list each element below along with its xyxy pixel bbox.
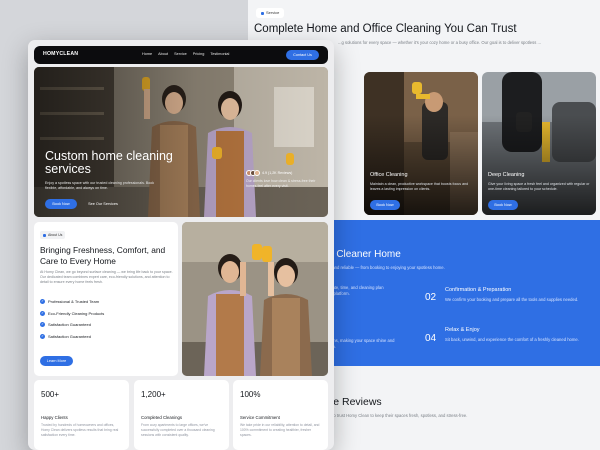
tag-dot-icon [43, 233, 46, 237]
navbar: HOMYCLEAN Home About Service Pricing Tes… [34, 46, 328, 64]
about-photo [182, 222, 328, 376]
step-title: Confirmation & Preparation [445, 287, 512, 293]
list-item: ✓ Satisfaction Guaranteed [40, 333, 91, 339]
service-section-tag: Service [256, 8, 285, 18]
service-card-title: Deep Cleaning [488, 172, 525, 178]
step-description: Sit back, unwind, and experience the com… [445, 337, 579, 342]
service-card-title: Office Cleaning [370, 172, 408, 178]
process-subtitle: , and reliable — from booking to enjoyin… [330, 265, 445, 270]
check-icon: ✓ [40, 333, 45, 339]
list-item: ✓ Professional & Trusted Team [40, 299, 100, 305]
stat-value: 100% [240, 390, 261, 399]
step-number: 02 [425, 292, 437, 303]
services-heading: Complete Home and Office Cleaning You Ca… [254, 23, 517, 35]
learn-more-button[interactable]: Learn More [40, 356, 73, 366]
hero-section: Custom home cleaning services Enjoy a sp… [34, 67, 328, 217]
nav-link-pricing[interactable]: Pricing [193, 52, 205, 56]
process-section: a Cleaner Home , and reliable — from boo… [328, 220, 600, 366]
hero-description: Enjoy a spotless space with our trusted … [45, 181, 155, 190]
service-card-office[interactable]: Office Cleaning Maintain a clean, produc… [364, 72, 478, 215]
see-services-button[interactable]: See Our Services [83, 199, 123, 209]
about-section: About Us Bringing Freshness, Comfort, an… [34, 222, 178, 376]
book-now-button[interactable]: Book Now [488, 200, 518, 210]
stat-card-commitment: 100% Service Commitment We take pride in… [233, 380, 328, 450]
avatar [254, 170, 260, 176]
list-item: ✓ Satisfaction Guaranteed [40, 322, 91, 328]
stat-value: 500+ [41, 390, 60, 399]
nav-link-about[interactable]: About [158, 52, 168, 56]
stat-description: Trusted by hundreds of homeowners and of… [41, 423, 119, 437]
process-heading: a Cleaner Home [328, 249, 401, 260]
check-icon: ✓ [40, 310, 45, 316]
stat-label: Happy Clients [41, 415, 68, 420]
stat-description: From cozy apartments to large offices, w… [141, 423, 215, 437]
logo[interactable]: HOMYCLEAN [43, 51, 78, 57]
rating-text: 4.9 (1,2K Reviews) [262, 171, 293, 175]
stat-card-clients: 500+ Happy Clients Trusted by hundreds o… [34, 380, 129, 450]
step-number: 04 [425, 333, 437, 344]
nav-links: Home About Service Pricing Testimonial [142, 52, 229, 56]
feature-list: ✓ Professional & Trusted Team ✓ Eco-Frie… [40, 296, 104, 342]
step-title: Relax & Enjoy [445, 327, 480, 333]
step-03-text: tims, making your space shine and [330, 338, 395, 343]
stat-label: Completed Cleanings [141, 415, 183, 420]
nav-link-service[interactable]: Service [174, 52, 187, 56]
about-tag: About Us [40, 231, 66, 239]
services-description: ...g solutions for every space — whether… [338, 40, 541, 45]
hero-title: Custom home cleaning services [45, 149, 173, 176]
reviews-heading: ve Reviews [328, 396, 382, 408]
check-icon: ✓ [40, 322, 45, 328]
step-description: We confirm your booking and prepare all … [445, 297, 579, 302]
reviews-subtitle: who trust Homy Clean to keep their space… [328, 413, 468, 418]
book-now-button[interactable]: Book Now [45, 199, 77, 209]
service-card-description: Maintain a clean, productive workspace t… [370, 182, 469, 191]
landing-page: HOMYCLEAN Home About Service Pricing Tes… [28, 40, 334, 450]
about-title: Bringing Freshness, Comfort, and Care to… [40, 245, 166, 266]
list-item: ✓ Eco-Friendly Cleaning Products [40, 310, 105, 316]
reviewer-avatars [246, 170, 260, 176]
stat-value: 1,200+ [141, 390, 166, 399]
service-card-description: Give your living space a fresh feel and … [488, 182, 590, 191]
service-card-deep[interactable]: Deep Cleaning Give your living space a f… [482, 72, 596, 215]
check-icon: ✓ [40, 299, 45, 305]
review-note: Our clients love how clean & stress-free… [246, 179, 316, 188]
stat-description: We take pride in our reliability, attent… [240, 423, 320, 437]
nav-link-home[interactable]: Home [142, 52, 152, 56]
book-now-button[interactable]: Book Now [370, 200, 400, 210]
tag-dot-icon [261, 11, 264, 15]
rating-badge: 4.9 (1,2K Reviews) [246, 170, 292, 176]
about-description: At Homy Clean, we go beyond surface clea… [40, 270, 173, 284]
stat-label: Service Commitment [240, 415, 280, 420]
contact-us-button[interactable]: Contact Us [286, 50, 319, 60]
stat-card-cleanings: 1,200+ Completed Cleanings From cozy apa… [134, 380, 229, 450]
nav-link-testimonial[interactable]: Testimonial [210, 52, 229, 56]
